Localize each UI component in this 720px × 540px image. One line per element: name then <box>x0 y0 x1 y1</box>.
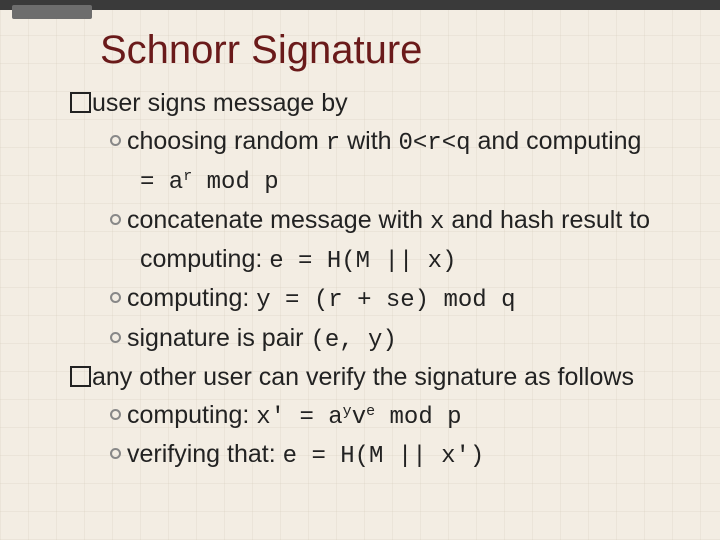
text: and hash result to <box>444 206 650 234</box>
code-sup-e: e <box>366 403 375 420</box>
ring-bullet-icon <box>110 214 121 225</box>
ring-bullet-icon <box>110 292 121 303</box>
square-bullet-icon <box>70 366 91 387</box>
text: user signs message by <box>92 89 348 117</box>
section-1-heading: user signs message by <box>70 87 720 121</box>
text: choosing random <box>127 127 326 155</box>
code-r: r <box>326 130 340 157</box>
text: any other user can verify the signature … <box>92 363 634 391</box>
code-mod-p: mod p <box>192 169 278 196</box>
bullet-concatenate-cont: computing: e = H(M || x) <box>140 243 720 278</box>
text: with <box>340 127 398 155</box>
text: and computing <box>471 127 642 155</box>
bullet-computing-y: computing: y = (r + se) mod q <box>110 282 720 317</box>
square-bullet-icon <box>70 92 91 113</box>
bullet-verifying: verifying that: e = H(M || x') <box>110 438 720 473</box>
slide-content: Schnorr Signature user signs message by … <box>0 0 720 474</box>
bullet-choosing-random: choosing random r with 0<r<q and computi… <box>110 125 720 160</box>
text: computing: <box>127 284 256 312</box>
section-2-heading: any other user can verify the signature … <box>70 361 720 395</box>
code-v: v <box>352 404 366 431</box>
code-eq-a: = a <box>140 169 183 196</box>
ring-bullet-icon <box>110 409 121 420</box>
code-mod-p2: mod p <box>375 404 461 431</box>
text: computing: <box>127 401 256 429</box>
text: signature is pair <box>127 324 310 352</box>
text: verifying that: <box>127 440 283 468</box>
bullet-choosing-random-cont: = ar mod p <box>140 164 720 199</box>
bullet-concatenate: concatenate message with x and hash resu… <box>110 204 720 239</box>
ring-bullet-icon <box>110 135 121 146</box>
code-sup-y: y <box>343 403 352 420</box>
code-e-hash: e = H(M || x) <box>269 248 456 275</box>
code-x: x <box>430 209 444 236</box>
slide-title: Schnorr Signature <box>100 28 720 73</box>
code-xprime-a: x' = a <box>256 404 342 431</box>
text: computing: <box>140 245 269 273</box>
text: concatenate message with <box>127 206 430 234</box>
code-range: 0<r<q <box>399 130 471 157</box>
ring-bullet-icon <box>110 448 121 459</box>
bullet-computing-xprime: computing: x' = ayve mod p <box>110 399 720 434</box>
code-y: y = (r + se) mod q <box>256 287 515 314</box>
code-sup-r: r <box>183 168 192 185</box>
code-verify: e = H(M || x') <box>283 443 485 470</box>
code-pair: (e, y) <box>310 327 396 354</box>
bullet-signature-pair: signature is pair (e, y) <box>110 322 720 357</box>
ring-bullet-icon <box>110 332 121 343</box>
